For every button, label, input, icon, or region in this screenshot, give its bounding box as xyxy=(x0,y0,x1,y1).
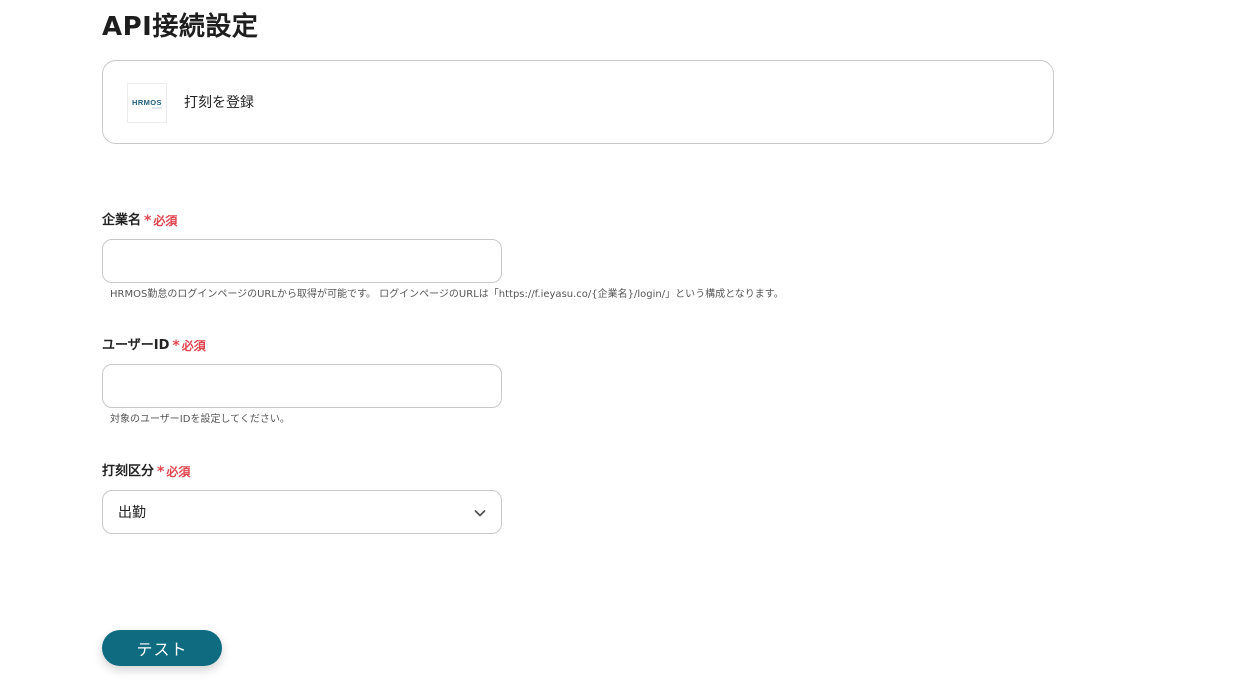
stamp-type-label-text: 打刻区分 xyxy=(102,464,155,479)
app-action-label: 打刻を登録 xyxy=(184,95,254,111)
required-badge: 必須 xyxy=(153,214,178,228)
company-field-label: 企業名 * 必須 xyxy=(102,212,177,230)
stamp-type-selected-value: 出勤 xyxy=(118,505,146,521)
hrmos-logo: HRMOS xyxy=(127,83,167,123)
required-badge: 必須 xyxy=(181,339,206,353)
page-title: API接続設定 xyxy=(102,12,259,42)
required-star: * xyxy=(157,464,165,480)
chevron-down-icon xyxy=(474,510,486,517)
user-id-label-text: ユーザーID xyxy=(102,338,170,353)
user-id-input[interactable] xyxy=(102,364,502,408)
hrmos-logo-mark: HRMOS xyxy=(132,98,162,109)
page: API接続設定 HRMOS 打刻を登録 企業名 * 必須 HRMOS勤怠のログイ… xyxy=(0,0,1236,692)
company-help-text: HRMOS勤怠のログインページのURLから取得が可能です。 ログインページのUR… xyxy=(110,289,784,300)
stamp-type-field-label: 打刻区分 * 必須 xyxy=(102,463,190,481)
hrmos-logo-text: HRMOS xyxy=(132,98,162,107)
test-button[interactable]: テスト xyxy=(102,630,222,666)
user-id-help-text: 対象のユーザーIDを設定してください。 xyxy=(110,414,290,425)
required-star: * xyxy=(144,213,152,229)
user-id-field-label: ユーザーID * 必須 xyxy=(102,337,206,355)
required-star: * xyxy=(172,338,180,354)
required-badge: 必須 xyxy=(166,465,191,479)
stamp-type-select[interactable]: 出勤 xyxy=(102,490,502,534)
company-label-text: 企業名 xyxy=(102,213,142,228)
app-card: HRMOS 打刻を登録 xyxy=(102,60,1054,144)
company-input[interactable] xyxy=(102,239,502,283)
